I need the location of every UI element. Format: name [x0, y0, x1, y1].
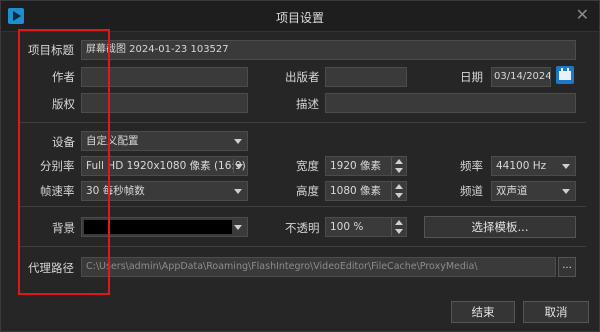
separator [18, 122, 586, 123]
device-value: 自定义配置 [86, 135, 139, 147]
color-swatch [84, 220, 232, 234]
frequency-value: 44100 Hz [496, 160, 547, 172]
copyright-input[interactable] [81, 93, 248, 113]
arrow-up-icon[interactable] [395, 220, 403, 225]
date-label: 日期 [460, 70, 483, 84]
channel-label: 频道 [460, 184, 483, 198]
channel-select[interactable]: 双声道 [491, 181, 576, 201]
publisher-label: 出版者 [285, 70, 320, 84]
height-stepper[interactable]: 1080 像素 [325, 181, 407, 201]
proxy-path-input[interactable]: C:\Users\admin\AppData\Roaming\FlashInte… [81, 257, 556, 277]
chevron-down-icon [562, 164, 570, 169]
separator [18, 206, 586, 207]
stepper-buttons[interactable] [391, 218, 406, 236]
resolution-label: 分别率 [40, 159, 75, 173]
author-label: 作者 [52, 70, 75, 84]
resolution-value: Full HD 1920x1080 像素 (16:9) [86, 160, 246, 172]
height-label: 高度 [296, 184, 319, 198]
device-label: 设备 [52, 135, 75, 149]
separator [18, 246, 586, 247]
stepper-buttons[interactable] [391, 182, 406, 200]
browse-button[interactable]: ... [558, 257, 576, 277]
opacity-stepper[interactable]: 100 % [325, 217, 407, 237]
chevron-down-icon [234, 225, 242, 230]
background-color-select[interactable] [81, 217, 248, 237]
arrow-up-icon[interactable] [395, 184, 403, 189]
opacity-value: 100 % [330, 221, 364, 233]
width-label: 宽度 [296, 159, 319, 173]
frame-rate-select[interactable]: 30 每秒帧数 [81, 181, 248, 201]
description-label: 描述 [296, 97, 319, 111]
frequency-label: 频率 [460, 159, 483, 173]
chevron-down-icon [562, 189, 570, 194]
chevron-down-icon [234, 189, 242, 194]
chevron-down-icon [235, 164, 243, 169]
project-settings-dialog: 项目设置 ✕ 项目标题 屏幕截图 2024-01-23 103527 作者 出版… [0, 0, 600, 332]
date-input[interactable]: 03/14/2024 [491, 67, 551, 87]
background-label: 背景 [52, 221, 75, 235]
frequency-select[interactable]: 44100 Hz [491, 156, 576, 176]
frame-rate-label: 帧速率 [40, 184, 75, 198]
publisher-input[interactable] [325, 67, 407, 87]
width-stepper[interactable]: 1920 像素 [325, 156, 407, 176]
chevron-down-icon [234, 139, 242, 144]
height-value: 1080 像素 [330, 185, 382, 197]
device-select[interactable]: 自定义配置 [81, 131, 248, 151]
proxy-path-label: 代理路径 [28, 261, 74, 275]
author-input[interactable] [81, 67, 248, 87]
frame-rate-value: 30 每秒帧数 [86, 185, 145, 197]
arrow-down-icon[interactable] [395, 229, 403, 234]
channel-value: 双声道 [496, 185, 528, 197]
dialog-title: 项目设置 [275, 11, 324, 25]
description-input[interactable] [325, 93, 576, 113]
ok-button[interactable]: 结束 [451, 301, 515, 323]
copyright-label: 版权 [52, 97, 75, 111]
cancel-button[interactable]: 取消 [523, 301, 589, 323]
close-icon[interactable]: ✕ [576, 7, 589, 23]
arrow-up-icon[interactable] [395, 159, 403, 164]
resolution-select[interactable]: Full HD 1920x1080 像素 (16:9) [81, 156, 248, 176]
arrow-down-icon[interactable] [395, 168, 403, 173]
title-bar: 项目设置 ✕ [1, 1, 599, 32]
opacity-label: 不透明 [285, 221, 320, 235]
calendar-icon[interactable] [556, 66, 574, 84]
choose-template-button[interactable]: 选择模板... [424, 216, 576, 238]
stepper-buttons[interactable] [391, 157, 406, 175]
project-title-input[interactable]: 屏幕截图 2024-01-23 103527 [81, 40, 576, 60]
arrow-down-icon[interactable] [395, 193, 403, 198]
project-title-label: 项目标题 [28, 43, 74, 57]
width-value: 1920 像素 [330, 160, 382, 172]
